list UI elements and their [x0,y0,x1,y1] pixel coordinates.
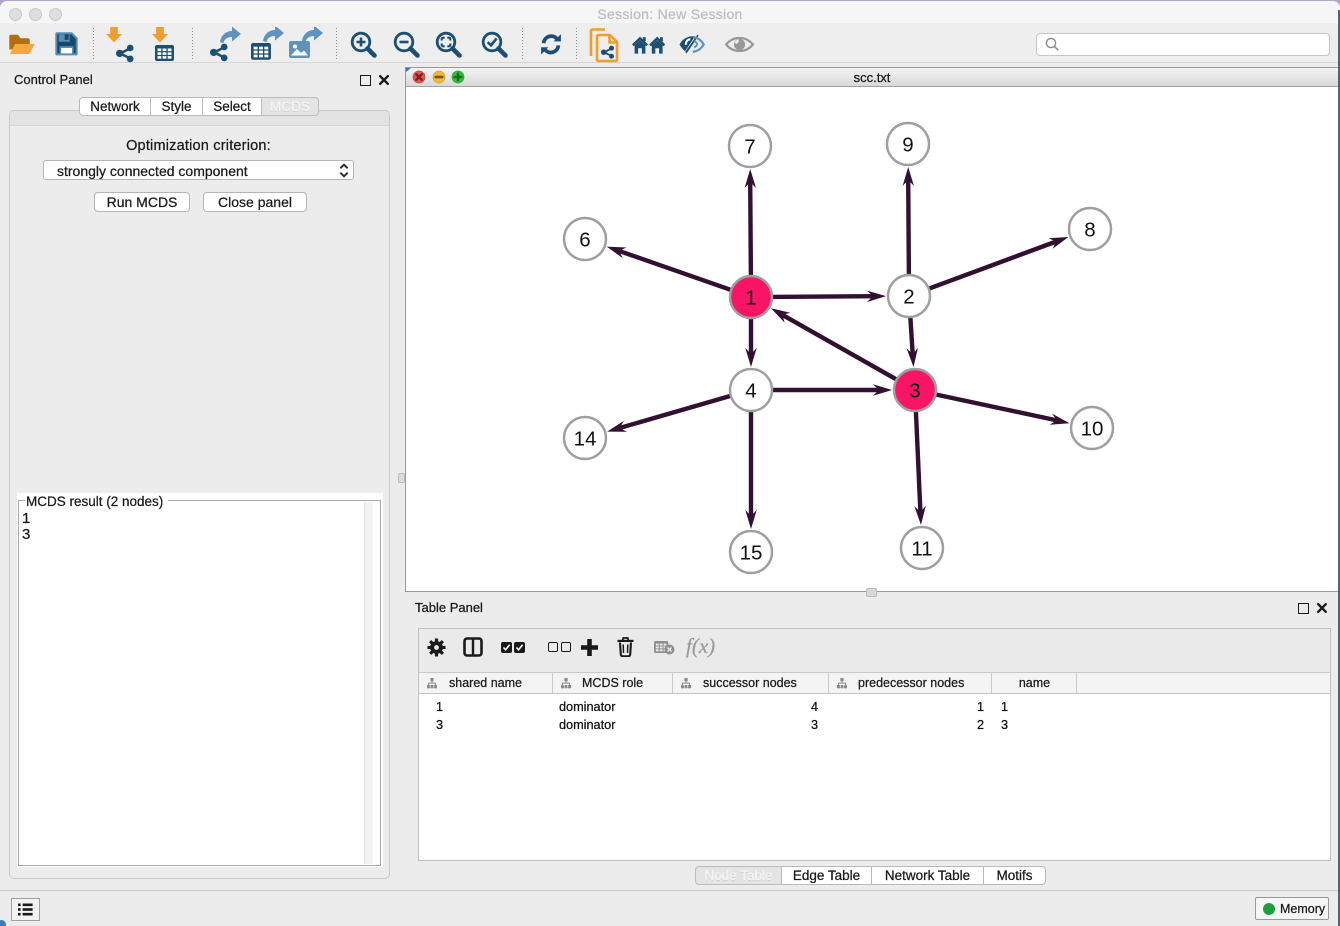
svg-text:4: 4 [745,379,756,402]
svg-text:14: 14 [574,427,597,450]
svg-text:10: 10 [1081,417,1104,440]
svg-text:15: 15 [740,541,763,564]
svg-text:7: 7 [744,135,755,158]
svg-text:9: 9 [902,133,913,156]
svg-text:2: 2 [903,285,914,308]
svg-text:11: 11 [911,537,932,560]
svg-text:3: 3 [909,379,920,402]
svg-text:6: 6 [579,228,590,251]
svg-text:8: 8 [1084,218,1095,241]
svg-text:1: 1 [745,286,756,309]
